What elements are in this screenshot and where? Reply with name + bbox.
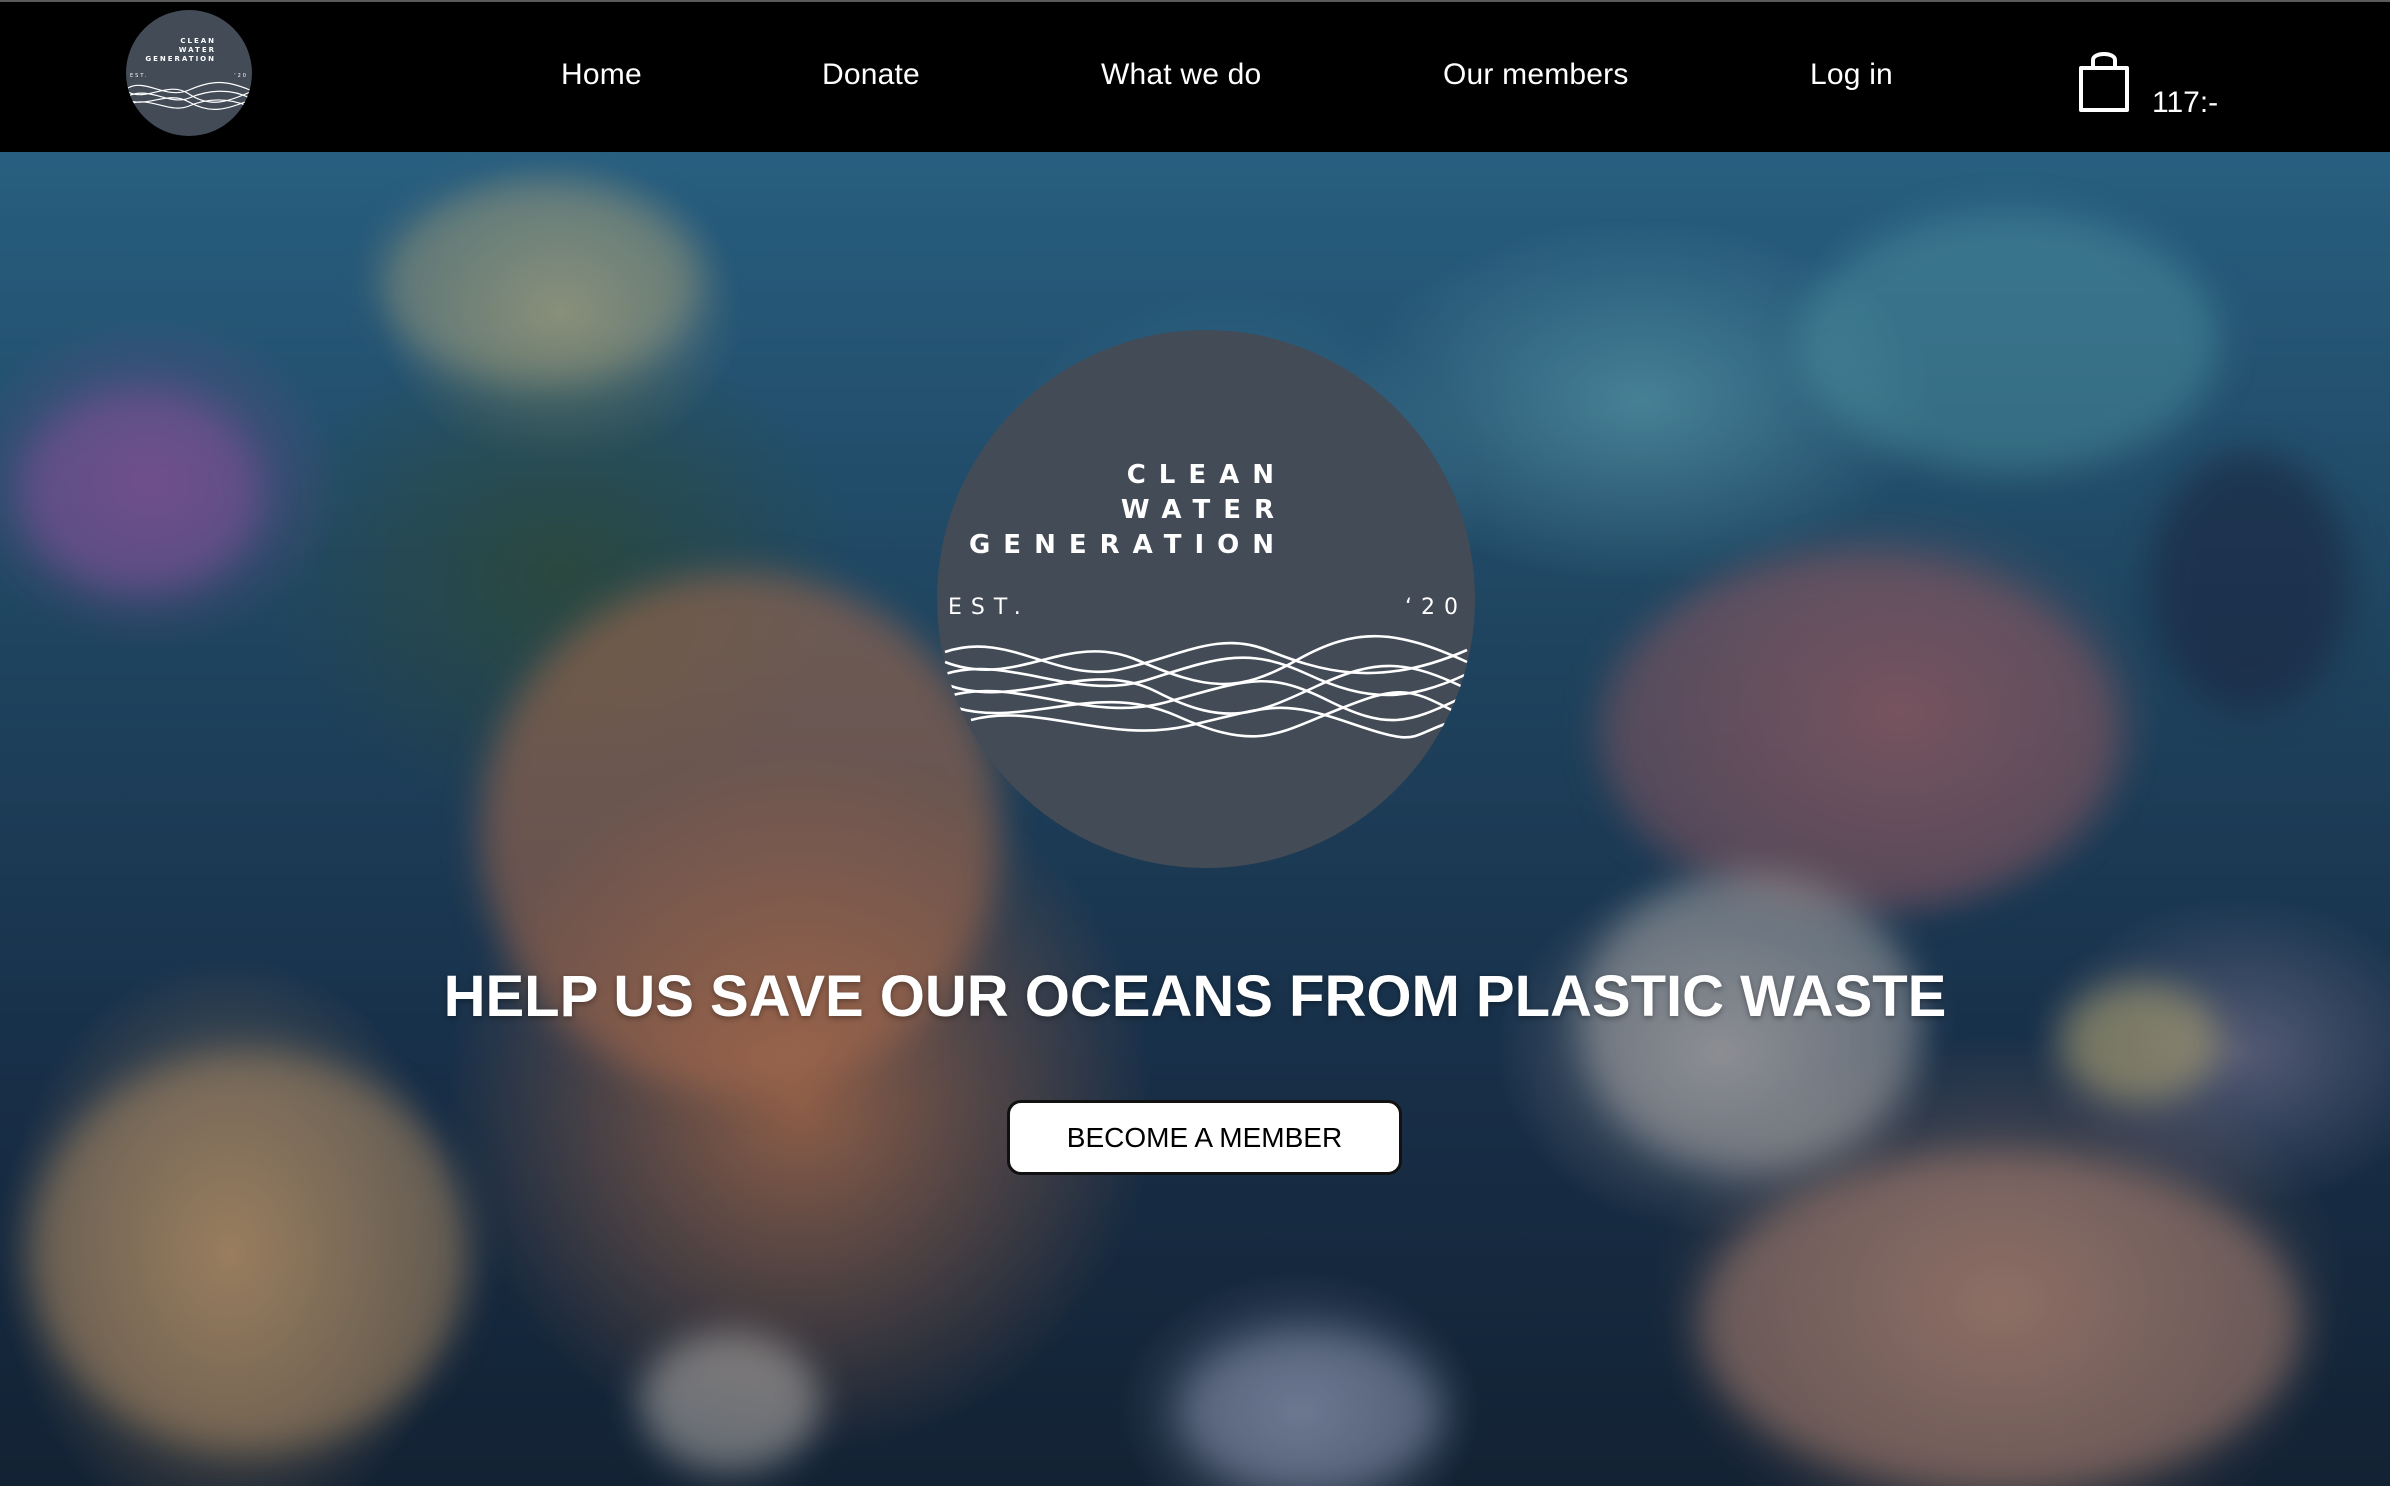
waves-icon xyxy=(944,634,1468,739)
hero-logo: CLEAN WATER GENERATION EST. ‘20 xyxy=(937,330,1475,868)
logo-est-right: '20 xyxy=(234,73,248,79)
logo-est-left: EST. xyxy=(130,73,148,79)
site-logo[interactable]: CLEAN WATER GENERATION EST. '20 xyxy=(126,10,252,136)
nav-link-our-members[interactable]: Our members xyxy=(1443,2,1629,147)
page: CLEAN WATER GENERATION EST. '20 Home Don… xyxy=(0,0,2390,1486)
hero-title: HELP US SAVE OUR OCEANS FROM PLASTIC WAS… xyxy=(443,964,1947,1029)
nav-link-log-in[interactable]: Log in xyxy=(1810,2,1893,147)
logo-line1: CLEAN xyxy=(180,37,216,45)
logo-waves-icon: CLEAN WATER GENERATION EST. '20 xyxy=(127,37,251,110)
logo-line2: WATER xyxy=(179,46,216,54)
nav-link-home[interactable]: Home xyxy=(561,2,642,147)
hero-section: CLEAN WATER GENERATION EST. ‘20 HELP US … xyxy=(0,152,2390,1486)
cart-total[interactable]: 117:- xyxy=(2152,86,2218,120)
logo-line3: GENERATION xyxy=(145,55,216,63)
nav-link-what-we-do[interactable]: What we do xyxy=(1101,2,1261,147)
shopping-bag-icon[interactable] xyxy=(2076,48,2132,116)
nav-link-donate[interactable]: Donate xyxy=(822,2,920,147)
top-navigation-bar: CLEAN WATER GENERATION EST. '20 Home Don… xyxy=(0,0,2390,152)
become-member-button[interactable]: BECOME A MEMBER xyxy=(1007,1100,1402,1175)
